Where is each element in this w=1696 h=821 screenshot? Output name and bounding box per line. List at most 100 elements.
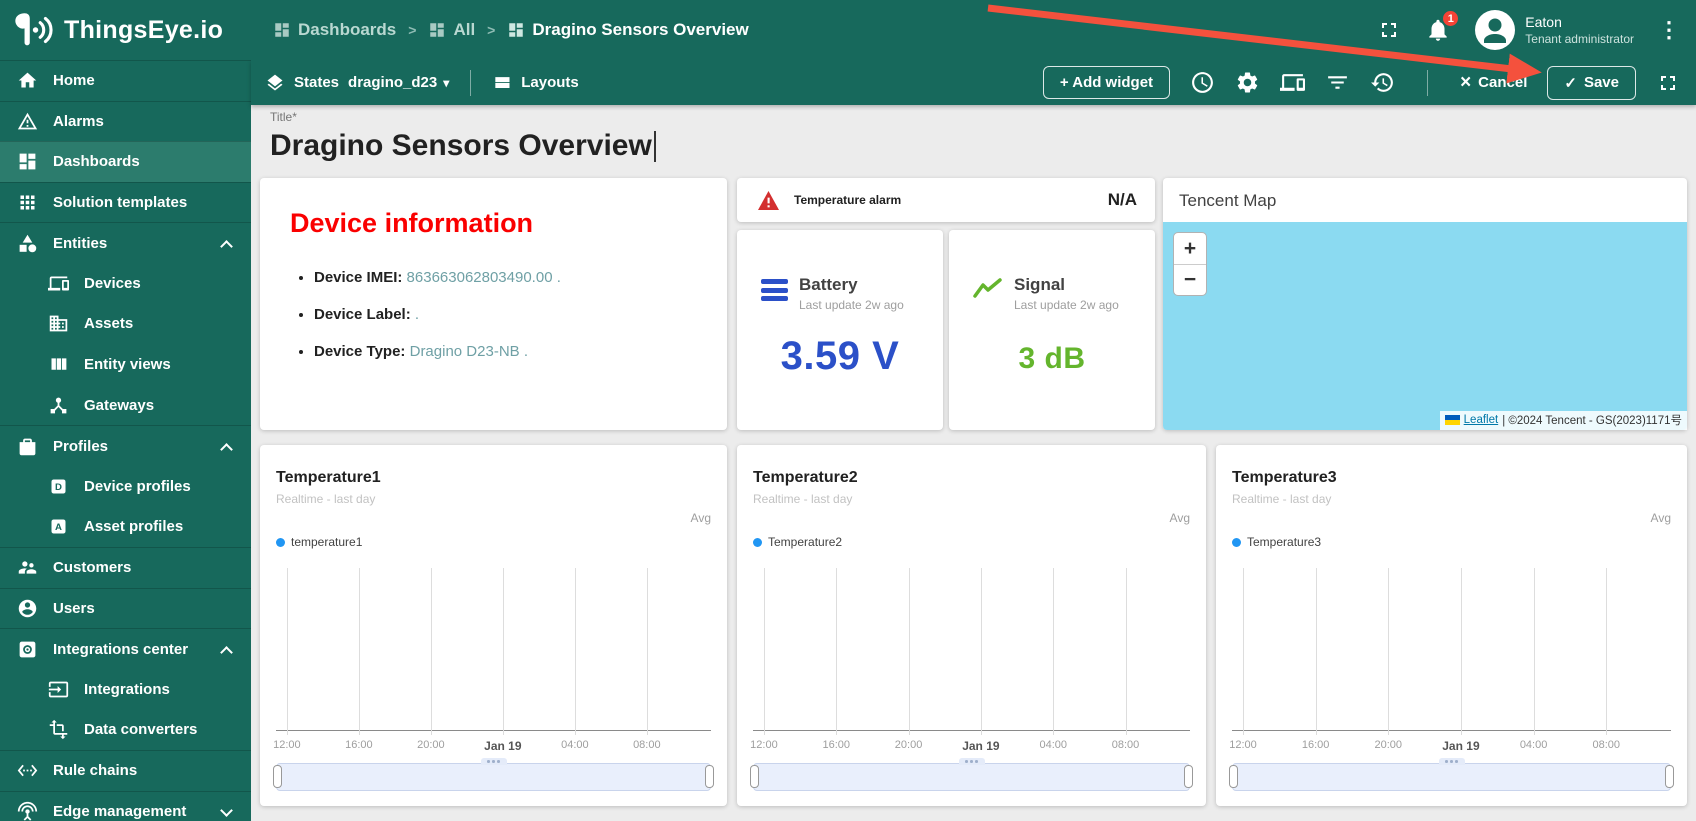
device-profile-icon: D xyxy=(51,479,66,494)
map-canvas[interactable]: + − Leaflet | ©2024 Tencent - GS(2023)11… xyxy=(1163,222,1687,430)
filter-icon[interactable] xyxy=(1325,70,1350,95)
chart-range-slider[interactable] xyxy=(750,758,1193,791)
states-label: States xyxy=(294,74,340,91)
sidebar-item-alarms[interactable]: Alarms xyxy=(0,100,251,142)
timewindow-clock-icon[interactable] xyxy=(1190,70,1215,95)
user-info: Eaton Tenant administrator xyxy=(1525,14,1634,46)
x-tick: 08:00 xyxy=(633,739,661,751)
sidebar-item-entities[interactable]: Entities xyxy=(0,222,251,263)
slider-handle-right[interactable] xyxy=(705,765,714,788)
user-menu[interactable]: Eaton Tenant administrator xyxy=(1475,10,1634,50)
sidebar-item-asset-profiles[interactable]: A Asset profiles xyxy=(0,507,251,548)
save-button[interactable]: ✓ Save xyxy=(1547,65,1636,100)
page-title[interactable]: Dragino Sensors Overview xyxy=(270,129,656,163)
gridline xyxy=(836,568,838,735)
chart-plot-area xyxy=(753,568,1190,735)
sidebar-item-assets[interactable]: Assets xyxy=(0,304,251,345)
cancel-label: Cancel xyxy=(1478,74,1528,91)
slider-handle-right[interactable] xyxy=(1665,765,1674,788)
slider-handle-left[interactable] xyxy=(750,765,759,788)
version-history-icon[interactable] xyxy=(1370,70,1395,95)
sidebar-item-users[interactable]: Users xyxy=(0,587,251,629)
entity-aliases-icon[interactable] xyxy=(1280,70,1306,95)
slider-handle-right[interactable] xyxy=(1184,765,1193,788)
sidebar-item-label: Entities xyxy=(53,234,108,252)
chart-range-slider[interactable] xyxy=(1229,758,1674,791)
user-name: Eaton xyxy=(1525,14,1562,30)
sidebar-item-integrations[interactable]: Integrations xyxy=(0,669,251,710)
chart-legend[interactable]: temperature1 xyxy=(276,535,362,549)
toolbar-left: States dragino_d23 ▾ Layouts xyxy=(265,69,579,96)
add-widget-label: + Add widget xyxy=(1059,74,1154,91)
settings-gear-icon[interactable] xyxy=(1235,70,1260,95)
sidebar-item-integrations-center[interactable]: Integrations center xyxy=(0,628,251,669)
layers-icon xyxy=(265,73,285,93)
x-tick: 12:00 xyxy=(273,739,301,751)
cancel-button[interactable]: × Cancel xyxy=(1460,72,1527,94)
gridline xyxy=(1125,568,1127,735)
sidebar-item-dashboards[interactable]: Dashboards xyxy=(0,141,251,182)
sidebar-item-gateways[interactable]: Gateways xyxy=(0,385,251,426)
sidebar-item-device-profiles[interactable]: D Device profiles xyxy=(0,466,251,507)
x-tick: Jan 19 xyxy=(962,739,1000,753)
sidebar-item-data-converters[interactable]: Data converters xyxy=(0,710,251,751)
alarm-value: N/A xyxy=(1107,190,1137,209)
sidebar-item-label: Customers xyxy=(53,559,132,577)
top-header: ThingsEye.io Dashboards > All > Dragino … xyxy=(0,0,1696,60)
legend-label: temperature1 xyxy=(291,535,363,549)
alarm-warning-icon xyxy=(758,190,779,210)
toolbar-fullscreen-icon[interactable] xyxy=(1656,71,1680,95)
signal-widget: Signal Last update 2w ago 3 dB xyxy=(949,230,1155,430)
sidebar-item-label: Alarms xyxy=(53,112,104,130)
sidebar-item-label: Home xyxy=(53,72,95,90)
zoom-out-button[interactable]: − xyxy=(1174,264,1206,295)
slider-handle-left[interactable] xyxy=(1229,765,1238,788)
slider-grip[interactable] xyxy=(958,758,985,765)
account-circle-icon xyxy=(18,599,37,618)
sidebar-item-label: Dashboards xyxy=(53,153,140,171)
chart-range-slider[interactable] xyxy=(273,758,714,791)
toolbar-divider xyxy=(1427,69,1429,96)
leaflet-link[interactable]: Leaflet xyxy=(1464,414,1499,426)
transform-icon xyxy=(49,720,68,740)
slider-grip[interactable] xyxy=(1438,758,1465,765)
sidebar-item-home[interactable]: Home xyxy=(0,60,251,101)
notifications-bell-icon[interactable]: 1 xyxy=(1425,9,1461,43)
add-widget-button[interactable]: + Add widget xyxy=(1042,66,1171,99)
slider-grip[interactable] xyxy=(480,758,507,765)
slider-handle-left[interactable] xyxy=(273,765,282,788)
sidebar-item-label: Integrations xyxy=(84,680,170,698)
sidebar-item-devices[interactable]: Devices xyxy=(0,263,251,304)
sidebar-item-label: Entity views xyxy=(84,355,171,373)
sidebar-item-edge-management[interactable]: Edge management xyxy=(0,790,251,821)
sidebar-item-customers[interactable]: Customers xyxy=(0,547,251,588)
sidebar-item-rule-chains[interactable]: Rule chains xyxy=(0,750,251,791)
breadcrumb-dashboards[interactable]: Dashboards xyxy=(273,20,396,40)
sidebar-item-label: Devices xyxy=(84,274,141,292)
chart-legend[interactable]: Temperature2 xyxy=(753,535,842,549)
state-select[interactable]: dragino_d23 ▾ xyxy=(348,74,449,91)
sidebar-item-label: Data converters xyxy=(84,721,198,739)
gridline xyxy=(1388,568,1390,735)
chart-title: Temperature1 xyxy=(276,469,381,486)
logo[interactable]: ThingsEye.io xyxy=(0,0,251,60)
breadcrumb-all[interactable]: All xyxy=(428,20,475,40)
dashboard-title-field[interactable]: Title* Dragino Sensors Overview xyxy=(270,110,656,163)
fullscreen-icon[interactable] xyxy=(1377,18,1401,42)
sidebar-item-entity-views[interactable]: Entity views xyxy=(0,344,251,385)
more-options-icon[interactable]: ⋮ xyxy=(1658,19,1680,41)
temperature-alarm-widget: Temperature alarm N/A xyxy=(737,178,1155,222)
chart-legend[interactable]: Temperature3 xyxy=(1232,535,1321,549)
toolbar-right: + Add widget × Cancel ✓ Save xyxy=(1042,65,1680,100)
x-tick: 16:00 xyxy=(1301,739,1330,751)
layouts-button[interactable]: Layouts xyxy=(521,74,579,91)
sidebar-item-profiles[interactable]: Profiles xyxy=(0,425,251,466)
chart-subtitle: Realtime - last day xyxy=(276,492,376,506)
gridline xyxy=(763,568,765,735)
zoom-in-button[interactable]: + xyxy=(1174,233,1206,264)
check-icon: ✓ xyxy=(1564,74,1577,92)
device-info-heading: Device information xyxy=(290,208,534,238)
x-tick: 20:00 xyxy=(417,739,445,751)
breadcrumb-current[interactable]: Dragino Sensors Overview xyxy=(507,20,749,40)
sidebar-item-solution-templates[interactable]: Solution templates xyxy=(0,181,251,223)
